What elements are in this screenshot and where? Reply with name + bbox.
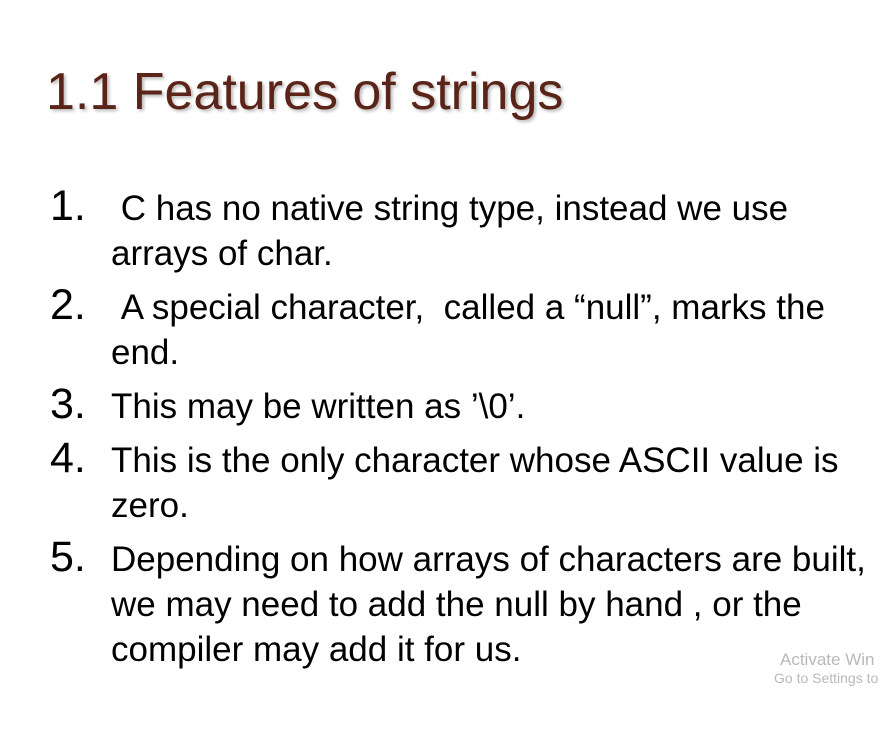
list-item-number: 2. xyxy=(50,281,86,329)
list-item-number: 5. xyxy=(50,533,86,581)
watermark-line-1: Activate Win xyxy=(780,651,875,669)
activate-windows-watermark: Activate Win Go to Settings to xyxy=(774,651,886,687)
list-item: 2. A special character, called a “null”,… xyxy=(50,281,870,375)
list-item-number: 3. xyxy=(50,380,86,428)
feature-list: 1. C has no native string type, instead … xyxy=(50,182,870,681)
slide: 1.1 Features of strings 1. C has no nati… xyxy=(0,0,886,748)
slide-title: 1.1 Features of strings xyxy=(46,63,564,121)
list-item-number: 4. xyxy=(50,434,86,482)
list-item-text: A special character, called a “null”, ma… xyxy=(111,288,835,372)
watermark-line-2: Go to Settings to xyxy=(774,670,879,686)
list-item-text: C has no native string type, instead we … xyxy=(111,189,798,273)
list-item-text: This is the only character whose ASCII v… xyxy=(111,441,839,525)
list-item: 5. Depending on how arrays of characters… xyxy=(50,533,870,672)
list-item: 4. This is the only character whose ASCI… xyxy=(50,434,870,528)
list-item-text: Depending on how arrays of characters ar… xyxy=(111,540,866,669)
list-item: 1. C has no native string type, instead … xyxy=(50,182,870,276)
list-item-number: 1. xyxy=(50,182,86,230)
list-item: 3. This may be written as ’\0’. xyxy=(50,380,870,429)
list-item-text: This may be written as ’\0’. xyxy=(111,387,526,426)
